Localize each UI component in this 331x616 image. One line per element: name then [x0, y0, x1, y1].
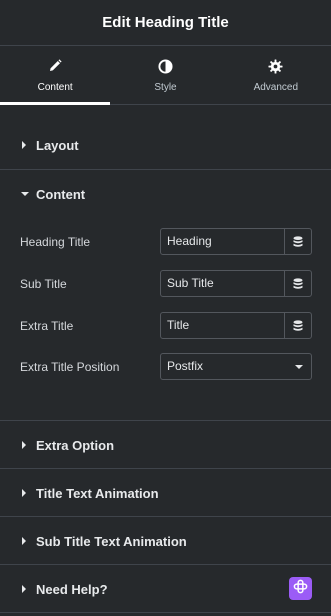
- tab-style-label: Style: [154, 82, 177, 93]
- plugin-logo-icon: [293, 579, 308, 599]
- caret-right-icon: [20, 536, 30, 546]
- database-icon: [293, 277, 303, 289]
- heading-title-input[interactable]: Heading: [160, 228, 312, 255]
- tab-content[interactable]: Content: [0, 47, 111, 105]
- tab-bar: Content Style Advanced: [0, 47, 331, 105]
- panel-header: Edit Heading Title: [0, 0, 331, 46]
- extra-title-input[interactable]: Title: [160, 312, 312, 339]
- dynamic-tags-button[interactable]: [284, 313, 311, 338]
- caret-right-icon: [20, 440, 30, 450]
- heading-title-label: Heading Title: [20, 234, 91, 249]
- section-title-text-animation-label: Title Text Animation: [36, 485, 159, 501]
- section-sub-title-text-animation[interactable]: Sub Title Text Animation: [0, 517, 331, 565]
- dynamic-tags-button[interactable]: [284, 229, 311, 254]
- section-content[interactable]: Content: [0, 170, 331, 218]
- field-heading-title: Heading Title Heading: [20, 228, 312, 255]
- help-badge-button[interactable]: [289, 577, 312, 600]
- field-extra-title-position: Extra Title Position Postfix: [20, 353, 312, 380]
- section-title-text-animation[interactable]: Title Text Animation: [0, 469, 331, 517]
- section-layout[interactable]: Layout: [0, 121, 331, 169]
- extra-title-label: Extra Title: [20, 318, 74, 333]
- section-extra-option[interactable]: Extra Option: [0, 421, 331, 469]
- panel-title: Edit Heading Title: [102, 14, 229, 31]
- database-icon: [293, 235, 303, 247]
- chevron-down-icon: [287, 364, 311, 370]
- database-icon: [293, 319, 303, 331]
- field-sub-title: Sub Title Sub Title: [20, 270, 312, 297]
- sub-title-label: Sub Title: [20, 276, 67, 291]
- tab-advanced[interactable]: Advanced: [221, 47, 331, 104]
- section-need-help-label: Need Help?: [36, 581, 108, 597]
- divider: [0, 612, 331, 613]
- extra-title-position-label: Extra Title Position: [20, 359, 120, 374]
- pencil-icon: [47, 58, 63, 74]
- caret-right-icon: [20, 140, 30, 150]
- extra-title-position-select[interactable]: Postfix: [160, 353, 312, 380]
- caret-right-icon: [20, 488, 30, 498]
- extra-title-position-value[interactable]: Postfix: [161, 354, 287, 379]
- gear-icon: [268, 58, 284, 74]
- tab-style[interactable]: Style: [110, 47, 220, 104]
- tab-content-label: Content: [37, 82, 73, 93]
- section-content-label: Content: [36, 186, 86, 202]
- caret-right-icon: [20, 584, 30, 594]
- sub-title-value[interactable]: Sub Title: [161, 271, 284, 296]
- section-need-help[interactable]: Need Help?: [0, 565, 331, 613]
- dynamic-tags-button[interactable]: [284, 271, 311, 296]
- section-sub-title-text-animation-label: Sub Title Text Animation: [36, 533, 187, 549]
- field-extra-title: Extra Title Title: [20, 312, 312, 339]
- heading-title-value[interactable]: Heading: [161, 229, 284, 254]
- tab-advanced-label: Advanced: [253, 82, 299, 93]
- extra-title-value[interactable]: Title: [161, 313, 284, 338]
- section-layout-label: Layout: [36, 137, 79, 153]
- section-extra-option-label: Extra Option: [36, 437, 115, 453]
- sub-title-input[interactable]: Sub Title: [160, 270, 312, 297]
- contrast-icon: [157, 58, 173, 74]
- caret-down-icon: [20, 189, 30, 199]
